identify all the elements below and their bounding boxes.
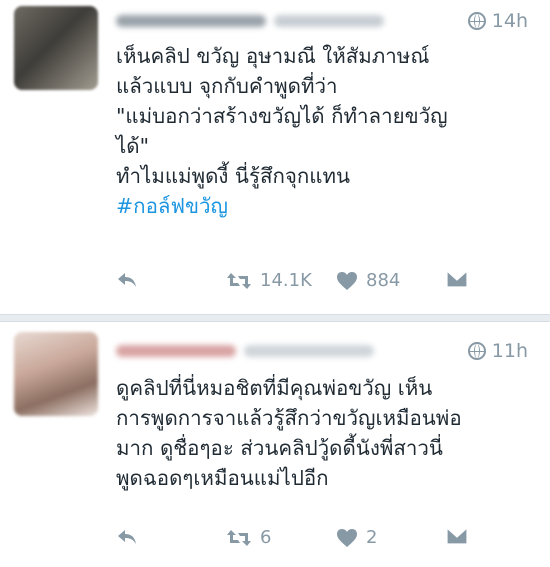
author-name-blurred[interactable] bbox=[116, 344, 236, 357]
like-count: 2 bbox=[366, 527, 378, 548]
tweet-text-line: ได้" bbox=[116, 134, 150, 158]
author-handle-blurred[interactable] bbox=[244, 344, 374, 357]
globe-icon bbox=[467, 12, 486, 30]
avatar[interactable] bbox=[14, 6, 98, 90]
heart-icon bbox=[337, 528, 357, 547]
tweet-timestamp[interactable]: 11h bbox=[467, 340, 528, 362]
tweet-text-line: เห็นคลิป ขวัญ อุษามณี ให้สัมภาษณ์ bbox=[116, 44, 430, 68]
heart-icon bbox=[337, 271, 357, 290]
tweet-header: 11h bbox=[116, 340, 538, 368]
retweet-button[interactable]: 6 bbox=[226, 527, 271, 548]
hashtag-link[interactable]: #กอล์ฟขวัญ bbox=[116, 191, 540, 221]
reply-icon bbox=[118, 530, 136, 544]
time-label: 11h bbox=[491, 340, 528, 362]
tweet-text-line: มาก ดูชื่อๆอะ ส่วนคลิปวู้ดดี้นังพี่สาวนี… bbox=[116, 436, 443, 460]
tweet-text-line: "แม่บอกว่าสร้างขวัญได้ ก็ทำลายขวัญ bbox=[116, 104, 448, 128]
globe-icon bbox=[467, 342, 486, 360]
tweet-text-line: พูดฉอดๆเหมือนแม่ไปอีก bbox=[116, 466, 329, 490]
time-label: 14h bbox=[491, 10, 528, 32]
tweet-separator bbox=[0, 314, 550, 322]
avatar[interactable] bbox=[14, 332, 98, 416]
retweet-icon bbox=[227, 272, 251, 289]
reply-icon bbox=[118, 273, 136, 287]
direct-message-button[interactable] bbox=[446, 270, 468, 288]
reply-button[interactable] bbox=[116, 527, 138, 547]
tweet[interactable]: 11h ดูคลิปที่นี่หมอชิตที่มีคุณพ่อขวัญ เห… bbox=[0, 322, 550, 567]
retweet-count: 14.1K bbox=[260, 270, 312, 291]
tweet-header: 14h bbox=[116, 10, 538, 38]
author-name-blurred[interactable] bbox=[116, 14, 266, 27]
author-handle-blurred[interactable] bbox=[274, 14, 384, 27]
like-button[interactable]: 2 bbox=[336, 527, 377, 548]
like-count: 884 bbox=[366, 270, 401, 291]
like-button[interactable]: 884 bbox=[336, 270, 400, 291]
tweet[interactable]: 14h เห็นคลิป ขวัญ อุษามณี ให้สัมภาษณ์ แล… bbox=[0, 0, 550, 314]
tweet-text: เห็นคลิป ขวัญ อุษามณี ให้สัมภาษณ์ แล้วแบ… bbox=[116, 41, 540, 221]
tweet-timestamp[interactable]: 14h bbox=[467, 10, 528, 32]
direct-message-icon bbox=[446, 270, 468, 288]
retweet-button[interactable]: 14.1K bbox=[226, 270, 312, 291]
tweet-actions: 6 2 bbox=[116, 527, 540, 557]
direct-message-icon bbox=[446, 527, 468, 545]
tweet-text-line: แล้วแบบ จุกกับคำพูดที่ว่า bbox=[116, 74, 338, 98]
direct-message-button[interactable] bbox=[446, 527, 468, 545]
retweet-count: 6 bbox=[260, 527, 272, 548]
tweet-text: ดูคลิปที่นี่หมอชิตที่มีคุณพ่อขวัญ เห็น ก… bbox=[116, 373, 540, 493]
retweet-icon bbox=[227, 529, 251, 546]
tweet-text-line: การพูดการจาแล้วรู้สึกว่าขวัญเหมือนพ่อ bbox=[116, 406, 462, 430]
tweet-text-line: ดูคลิปที่นี่หมอชิตที่มีคุณพ่อขวัญ เห็น bbox=[116, 376, 433, 400]
reply-button[interactable] bbox=[116, 270, 138, 290]
tweet-text-line: ทำไมแม่พูดงี้ นี่รู้สึกจุกแทน bbox=[116, 164, 351, 188]
tweet-actions: 14.1K 884 bbox=[116, 270, 540, 300]
